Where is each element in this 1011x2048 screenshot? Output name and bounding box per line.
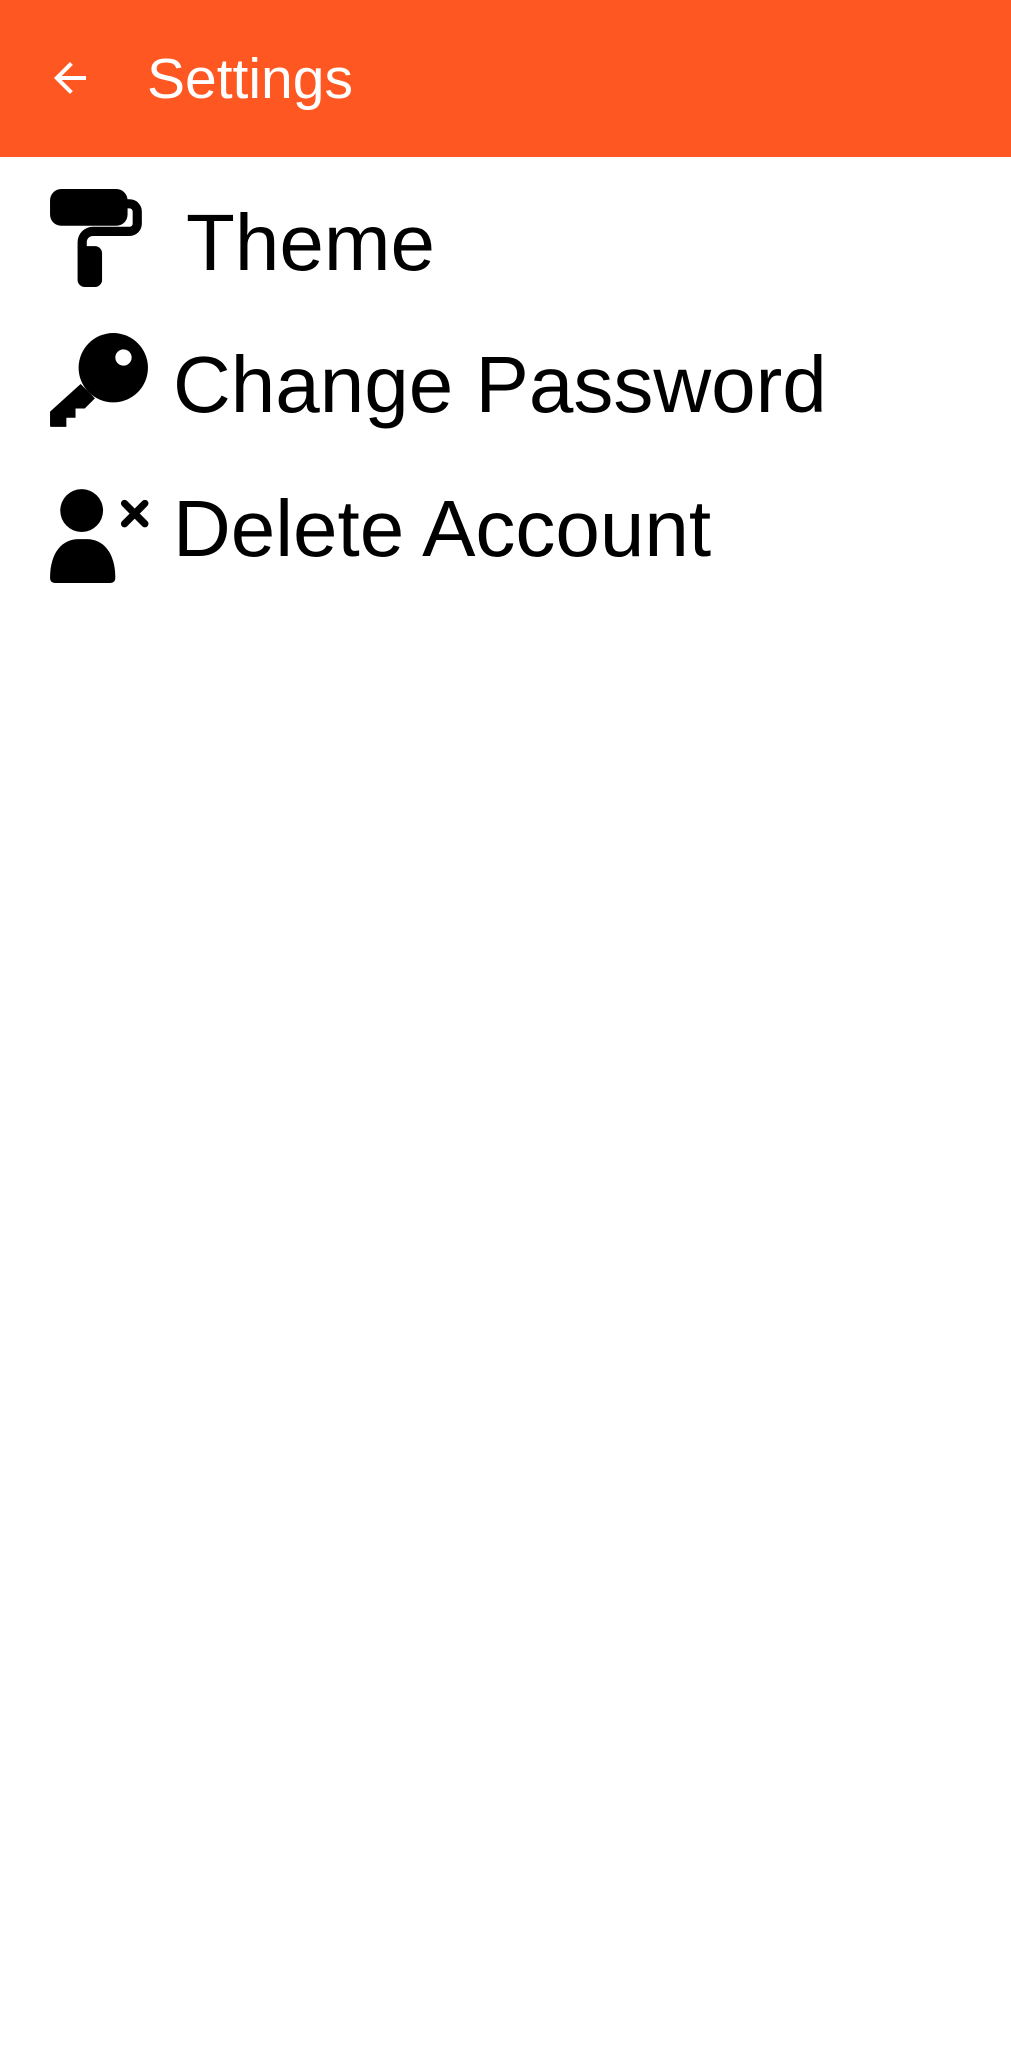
settings-item-label: Change Password (173, 340, 827, 429)
settings-item-change-password[interactable]: Change Password (0, 317, 1011, 465)
settings-item-theme[interactable]: Theme (0, 167, 1011, 315)
settings-item-delete-account[interactable]: Delete Account (0, 465, 1011, 613)
paint-roller-icon (48, 187, 150, 289)
settings-item-label: Delete Account (173, 484, 712, 573)
app-bar: Settings (0, 0, 1011, 157)
page-title: Settings (147, 47, 353, 111)
back-button[interactable] (28, 36, 112, 120)
settings-item-label: Theme (186, 198, 435, 287)
key-icon (48, 331, 150, 433)
arrow-left-icon (54, 62, 86, 94)
user-remove-icon (48, 483, 150, 585)
